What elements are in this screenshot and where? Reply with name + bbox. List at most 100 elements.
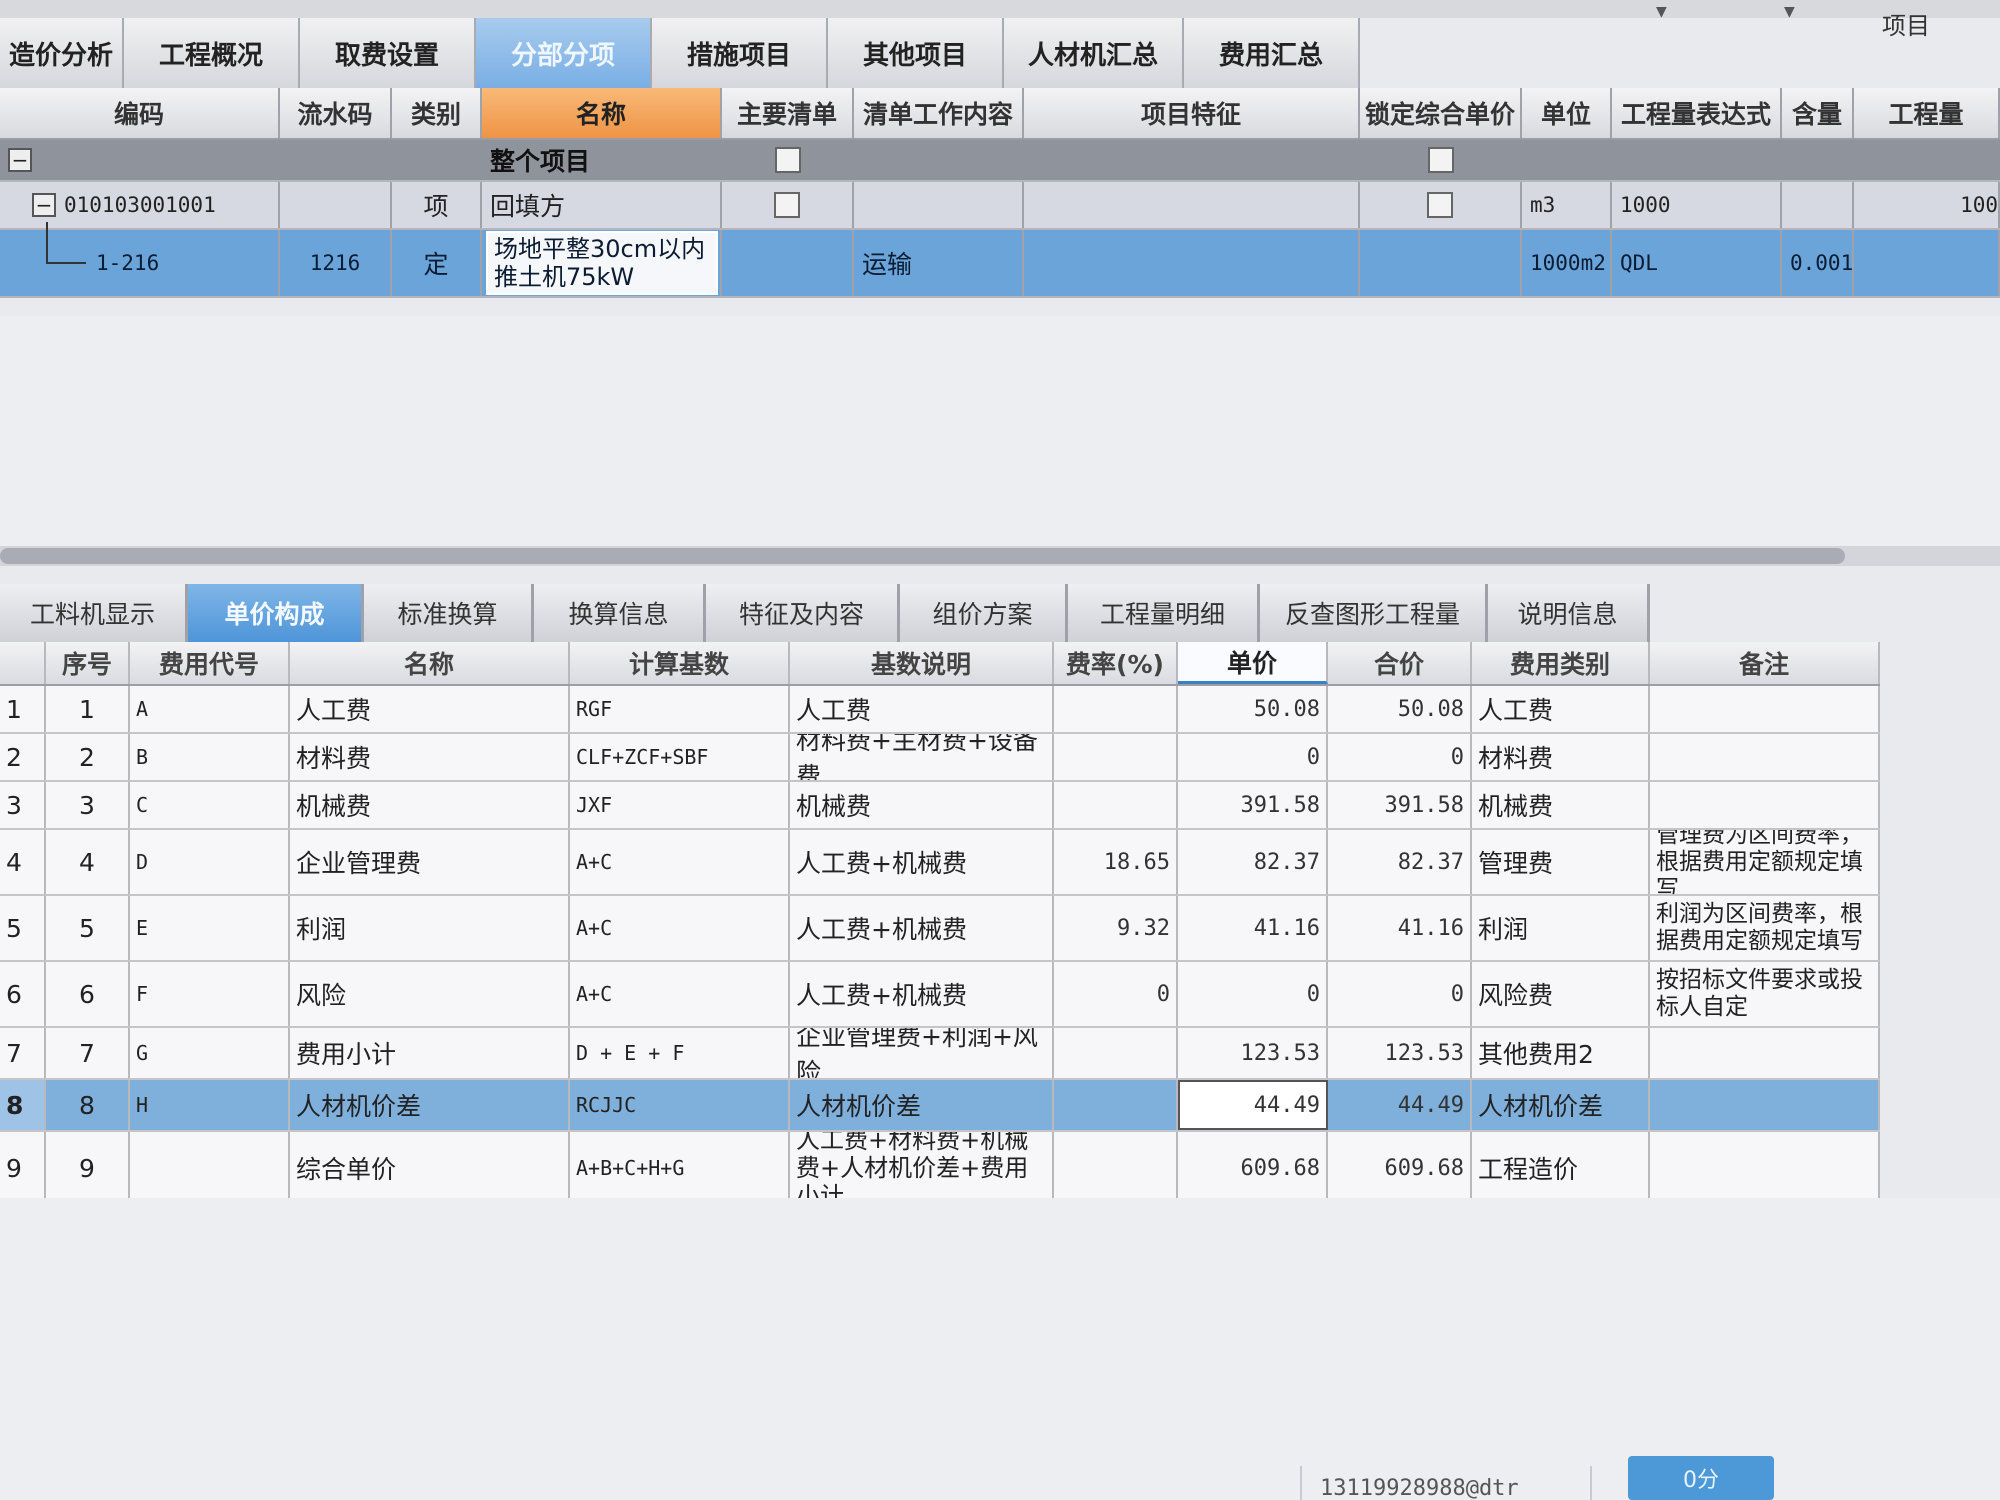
row-remark[interactable] (1650, 734, 1880, 780)
row-calc-base[interactable]: A+B+C+H+G (570, 1132, 790, 1204)
col-header-work-content[interactable]: 清单工作内容 (854, 88, 1024, 138)
quota-qty[interactable] (1854, 230, 2000, 296)
row-base-desc[interactable]: 人工费+机械费 (790, 896, 1054, 960)
row-calc-base[interactable]: A+C (570, 962, 790, 1026)
col-header-expr[interactable]: 工程量表达式 (1612, 88, 1782, 138)
col-header-feature[interactable]: 项目特征 (1024, 88, 1360, 138)
row-seq[interactable]: 1 (46, 686, 130, 732)
row-fee-code[interactable]: D (130, 830, 290, 894)
row-fee-name[interactable]: 人工费 (290, 686, 570, 732)
row-fee-category[interactable]: 工程造价 (1472, 1132, 1650, 1204)
tab-fee-settings[interactable]: 取费设置 (300, 18, 476, 88)
col-header-code[interactable]: 编码 (0, 88, 280, 138)
collapse-icon[interactable]: − (32, 193, 56, 217)
row-remark[interactable] (1650, 1132, 1880, 1204)
tab-conversion-info[interactable]: 换算信息 (534, 584, 706, 642)
col-header-unit[interactable]: 单位 (1522, 88, 1612, 138)
row-remark[interactable] (1650, 1028, 1880, 1078)
row-base-desc[interactable]: 人工费+材料费+机械费+人材机价差+费用小计 (790, 1132, 1054, 1204)
collapse-icon[interactable]: − (8, 148, 32, 172)
row-rate[interactable] (1054, 782, 1178, 828)
locked-price-checkbox-cell[interactable] (1360, 182, 1522, 228)
row-fee-name[interactable]: 企业管理费 (290, 830, 570, 894)
table-row[interactable]: 2 2 B 材料费 CLF+ZCF+SBF 材料费+主材费+设备费 0 0 材料费 (0, 734, 1880, 782)
row-calc-base[interactable]: RGF (570, 686, 790, 732)
quota-type[interactable]: 定 (392, 230, 482, 296)
col-header-fee-name[interactable]: 名称 (290, 642, 570, 684)
main-list-checkbox-cell[interactable] (722, 182, 854, 228)
main-list-checkbox[interactable] (775, 147, 801, 173)
col-header-unit-price[interactable]: 单价 (1178, 642, 1328, 684)
horizontal-scrollbar[interactable] (0, 546, 2000, 566)
row-total-price[interactable]: 391.58 (1328, 782, 1472, 828)
row-base-desc[interactable]: 企业管理费+利润+风险 (790, 1028, 1054, 1078)
row-remark[interactable] (1650, 686, 1880, 732)
quota-content-qty[interactable]: 0.001 (1782, 230, 1854, 296)
table-row[interactable]: 5 5 E 利润 A+C 人工费+机械费 9.32 41.16 41.16 利润 利润为区间费率，根… (0, 896, 1880, 962)
row-fee-name[interactable]: 综合单价 (290, 1132, 570, 1204)
row-fee-name[interactable]: 利润 (290, 896, 570, 960)
tab-description-info[interactable]: 说明信息 (1488, 584, 1650, 642)
row-seq[interactable]: 9 (46, 1132, 130, 1204)
table-row-quota-item[interactable]: 1-216 1216 定 场地平整30cm以内 推土机75kW 运输 1000m… (0, 222, 2000, 298)
table-row-list-item[interactable]: − 010103001001 项 回填方 m3 1000 100 (0, 182, 2000, 230)
locked-price-checkbox-cell[interactable] (1360, 140, 1522, 180)
row-unit-price[interactable]: 50.08 (1178, 686, 1328, 732)
row-fee-name[interactable]: 费用小计 (290, 1028, 570, 1078)
list-serial[interactable] (280, 182, 392, 228)
row-fee-category[interactable]: 机械费 (1472, 782, 1650, 828)
list-name[interactable]: 回填方 (482, 182, 722, 228)
row-base-desc[interactable]: 人工费+机械费 (790, 962, 1054, 1026)
row-fee-category[interactable]: 人工费 (1472, 686, 1650, 732)
row-fee-category[interactable]: 风险费 (1472, 962, 1650, 1026)
col-header-fee-category[interactable]: 费用类别 (1472, 642, 1650, 684)
list-content-qty[interactable] (1782, 182, 1854, 228)
list-expr[interactable]: 1000 (1612, 182, 1782, 228)
row-seq[interactable]: 5 (46, 896, 130, 960)
row-base-desc[interactable]: 机械费 (790, 782, 1054, 828)
row-unit-price[interactable]: 391.58 (1178, 782, 1328, 828)
item-grid-empty-area[interactable] (0, 316, 2000, 546)
locked-price-checkbox[interactable] (1427, 192, 1453, 218)
row-fee-code[interactable]: C (130, 782, 290, 828)
row-fee-name[interactable]: 材料费 (290, 734, 570, 780)
main-list-checkbox[interactable] (774, 192, 800, 218)
row-fee-code[interactable]: H (130, 1080, 290, 1130)
tab-cost-analysis[interactable]: 造价分析 (0, 18, 124, 88)
col-header-base-desc[interactable]: 基数说明 (790, 642, 1054, 684)
row-fee-name[interactable]: 风险 (290, 962, 570, 1026)
col-header-content-qty[interactable]: 含量 (1782, 88, 1854, 138)
row-calc-base[interactable]: JXF (570, 782, 790, 828)
row-fee-category[interactable]: 管理费 (1472, 830, 1650, 894)
col-header-locked-price[interactable]: 锁定综合单价 (1360, 88, 1522, 138)
tab-measure-items[interactable]: 措施项目 (652, 18, 828, 88)
row-calc-base[interactable]: RCJJC (570, 1080, 790, 1130)
tab-feature-content[interactable]: 特征及内容 (706, 584, 900, 642)
row-total-price[interactable]: 44.49 (1328, 1080, 1472, 1130)
tab-quantity-detail[interactable]: 工程量明细 (1068, 584, 1260, 642)
row-fee-code[interactable]: A (130, 686, 290, 732)
row-seq[interactable]: 7 (46, 1028, 130, 1078)
list-code-cell[interactable]: − 010103001001 (0, 182, 280, 228)
row-unit-price[interactable]: 0 (1178, 962, 1328, 1026)
quota-name-editor[interactable]: 场地平整30cm以内 推土机75kW (486, 231, 718, 295)
col-header-type[interactable]: 类别 (392, 88, 482, 138)
row-seq[interactable]: 4 (46, 830, 130, 894)
quota-code[interactable]: 1-216 (0, 230, 280, 296)
row-total-price[interactable]: 123.53 (1328, 1028, 1472, 1078)
table-row-whole-project[interactable]: − 整个项目 (0, 140, 2000, 182)
row-calc-base[interactable]: D + E + F (570, 1028, 790, 1078)
quota-expr[interactable]: QDL (1612, 230, 1782, 296)
tab-labor-material-display[interactable]: 工料机显示 (0, 584, 188, 642)
expand-cell[interactable]: − (0, 140, 280, 180)
dropdown-caret-icon[interactable]: ▼ (1784, 4, 1795, 20)
col-header-calc-base[interactable]: 计算基数 (570, 642, 790, 684)
list-type[interactable]: 项 (392, 182, 482, 228)
row-unit-price[interactable]: 609.68 (1178, 1132, 1328, 1204)
row-rate[interactable] (1054, 686, 1178, 732)
col-header-fee-code[interactable]: 费用代号 (130, 642, 290, 684)
row-total-price[interactable]: 50.08 (1328, 686, 1472, 732)
row-calc-base[interactable]: CLF+ZCF+SBF (570, 734, 790, 780)
col-header-rate[interactable]: 费率(%) (1054, 642, 1178, 684)
row-seq[interactable]: 8 (46, 1080, 130, 1130)
